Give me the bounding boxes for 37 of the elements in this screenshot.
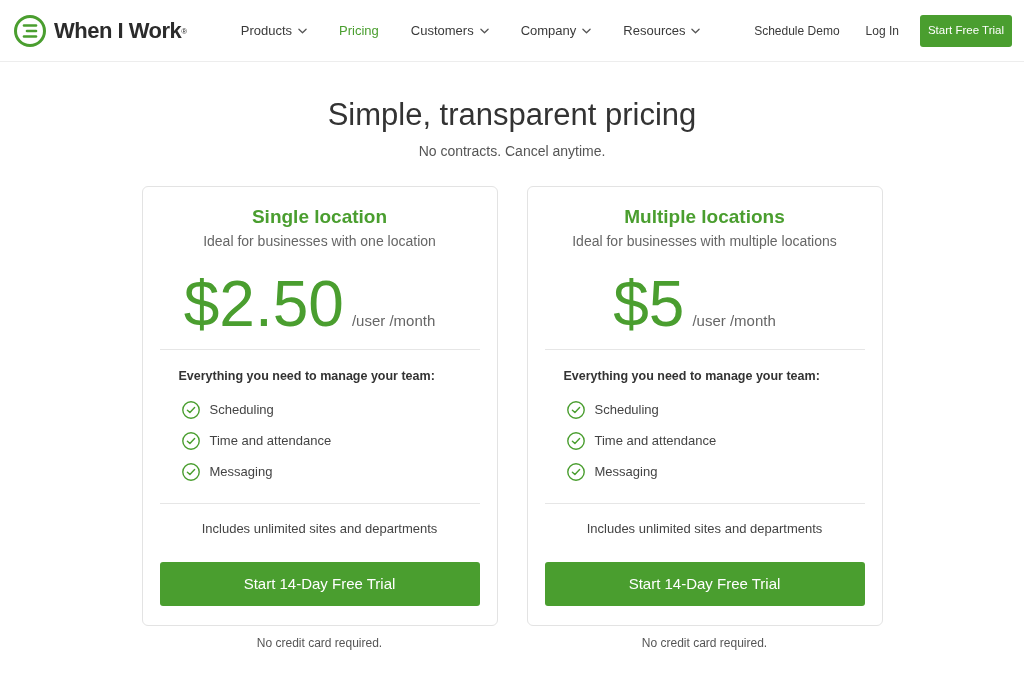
plan-description: Ideal for businesses with multiple locations bbox=[572, 232, 837, 251]
plan-title: Multiple locations bbox=[624, 205, 785, 229]
feature-label: Messaging bbox=[209, 463, 273, 481]
logo-icon bbox=[14, 14, 46, 47]
features-heading: Everything you need to manage your team: bbox=[563, 368, 820, 385]
check-circle-icon bbox=[181, 432, 200, 450]
feature-label: Scheduling bbox=[209, 401, 274, 419]
check-circle-icon bbox=[566, 463, 585, 481]
nav-menu-item[interactable]: Pricing bbox=[339, 20, 379, 41]
price-unit: /user /month bbox=[692, 311, 776, 331]
plan-price: $2.50 bbox=[183, 270, 344, 338]
check-circle-icon bbox=[566, 401, 585, 419]
nav-menu-item[interactable]: Resources bbox=[623, 20, 701, 41]
plan-price: $5 bbox=[613, 270, 685, 338]
nav-menu-item[interactable]: Customers bbox=[410, 20, 489, 41]
logo[interactable]: When I Work$^{®}$ bbox=[14, 14, 187, 47]
nav-link[interactable]: Log In bbox=[865, 21, 899, 40]
feature-label: Time and attendance bbox=[209, 432, 332, 450]
page-title: Simple, transparent pricing bbox=[327, 96, 697, 134]
features-heading: Everything you need to manage your team: bbox=[178, 368, 435, 385]
no-credit-card-note: No credit card required. bbox=[256, 635, 383, 652]
feature-label: Messaging bbox=[594, 463, 658, 481]
feature-label: Time and attendance bbox=[594, 432, 717, 450]
nav-link[interactable]: Schedule Demo bbox=[754, 21, 840, 40]
price-unit: /user /month bbox=[351, 311, 436, 331]
feature-label: Scheduling bbox=[594, 401, 659, 419]
check-circle-icon bbox=[566, 432, 585, 450]
check-circle-icon bbox=[181, 463, 200, 481]
plan-description: Ideal for businesses with one location bbox=[203, 232, 436, 251]
includes-text: Includes unlimited sites and departments bbox=[201, 520, 438, 538]
page-subtitle: No contracts. Cancel anytime. bbox=[418, 142, 606, 161]
no-credit-card-note: No credit card required. bbox=[641, 635, 768, 652]
nav-menu-item[interactable]: Company bbox=[520, 20, 592, 41]
plan-title: Single location bbox=[251, 205, 388, 229]
includes-text: Includes unlimited sites and departments bbox=[586, 520, 823, 538]
nav-menu-item[interactable]: Products bbox=[240, 20, 308, 41]
check-circle-icon bbox=[181, 401, 200, 419]
